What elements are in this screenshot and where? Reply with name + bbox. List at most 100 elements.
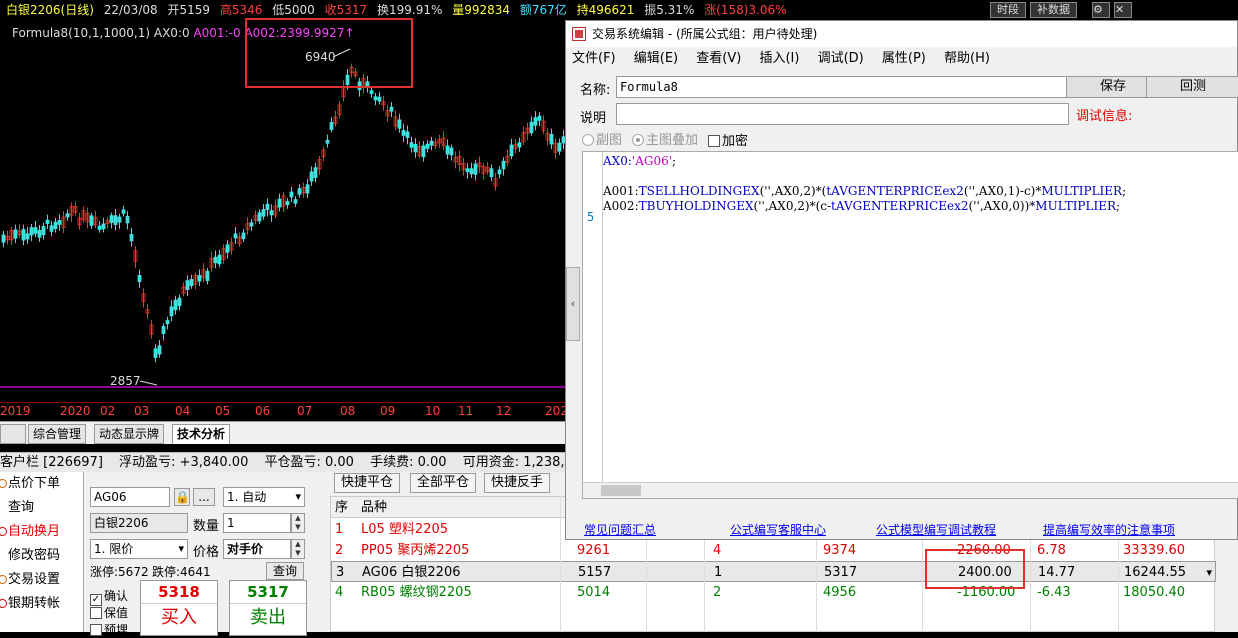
table-row[interactable]: 4 RB05 螺纹钢2205 5014 2 4956 -1160.00 -6.43 18050…: [331, 582, 1216, 603]
code-editor[interactable]: 5 AX0:'AG06'; A001:TSELLHOLDINGEX('',AX0…: [582, 151, 1238, 499]
axis-label: 04: [175, 404, 191, 418]
quick-reverse-button[interactable]: 快捷反手: [484, 473, 551, 493]
nav-change-password[interactable]: 修改密码: [0, 544, 83, 568]
horizontal-scrollbar[interactable]: [583, 482, 1238, 498]
line-number: 5: [587, 210, 595, 224]
a001-value: A001:-0: [193, 26, 241, 40]
code-text[interactable]: AX0:'AG06'; A001:TSELLHOLDINGEX('',AX0,2…: [603, 154, 1126, 214]
close-label: 收5317: [324, 3, 368, 17]
order-type-select[interactable]: 1. 限价: [90, 539, 188, 559]
cell-c1: 5157: [578, 565, 612, 580]
link-efficiency[interactable]: 提高编写效率的注意事项: [1043, 521, 1175, 538]
cell-c1: 9261: [577, 543, 611, 558]
dialog-title: 交易系统编辑 - (所属公式组：用户待处理): [592, 27, 818, 41]
table-row[interactable]: 3 AG06 白银2206 5157 1 5317 2400.00 14.77 16244.5…: [331, 561, 1216, 583]
radio-subchart[interactable]: 副图: [582, 129, 622, 148]
price-label: 价格: [193, 545, 220, 560]
float-pl: 浮动盈亏: +3,840.00: [119, 455, 249, 470]
table-row[interactable]: 2 PP05 聚丙烯2205 9261 4 9374 2260.00 6.78 33339.6…: [331, 540, 1216, 561]
cell-name: RB05 螺纹钢2205: [361, 585, 472, 600]
menu-view[interactable]: 查看(V): [696, 51, 741, 66]
encrypt-checkbox[interactable]: 加密: [708, 130, 748, 149]
gear-icon[interactable]: ⚙: [1092, 2, 1110, 18]
axis-label: 12: [496, 404, 512, 418]
sell-button[interactable]: 5317 卖出: [229, 580, 307, 636]
menu-file[interactable]: 文件(F): [572, 51, 616, 66]
tab-technical[interactable]: 技术分析: [172, 424, 231, 444]
amplitude-label: 振5.31%: [644, 3, 695, 17]
collapse-handle[interactable]: ‹: [566, 267, 580, 341]
cell-c3: 5317: [824, 565, 858, 580]
cell-no: 4: [335, 585, 344, 600]
menu-edit[interactable]: 编辑(E): [634, 51, 678, 66]
col-no: 序: [335, 500, 349, 515]
code-input[interactable]: AG06: [90, 487, 170, 507]
menu-properties[interactable]: 属性(P): [882, 51, 926, 66]
tab-first[interactable]: [0, 424, 26, 444]
sell-price: 5317: [247, 583, 289, 601]
tab-dynamic[interactable]: 动态显示牌: [94, 424, 165, 444]
formula-name: Formula8(10,1,1000,1): [12, 26, 151, 40]
cell-c5: 14.77: [1038, 565, 1076, 580]
axis-label: 09: [380, 404, 396, 418]
quick-close-button[interactable]: 快捷平仓: [334, 473, 401, 493]
symbol-label: 白银2206(日线): [6, 3, 94, 17]
menu-bar: 文件(F) 编辑(E) 查看(V) 插入(I) 调试(D) 属性(P) 帮助(H…: [566, 47, 1237, 71]
nav-point-order[interactable]: 点价下单: [0, 472, 83, 496]
limit-up-label: 涨停:5672: [90, 565, 149, 579]
desc-input[interactable]: [616, 103, 1069, 125]
close-all-button[interactable]: 全部平仓: [410, 473, 477, 493]
fill-data-button[interactable]: 补数据: [1030, 2, 1077, 18]
desc-label: 说明: [580, 111, 607, 126]
cell-c6: 18050.40: [1123, 585, 1186, 600]
qty-stepper[interactable]: ▲ ▼: [291, 513, 305, 533]
buy-label: 买入: [141, 603, 217, 632]
tab-general[interactable]: 综合管理: [28, 424, 87, 444]
menu-insert[interactable]: 插入(I): [759, 51, 799, 66]
cell-name: AG06 白银2206: [362, 565, 461, 580]
mode-select[interactable]: 1. 自动: [223, 487, 305, 507]
order-panel: AG06 🔒 ... 1. 自动 白银2206 数量 1 ▲▼ 1. 限价 价格…: [86, 472, 320, 637]
nav-trade-settings[interactable]: 交易设置: [0, 568, 83, 592]
help-links: 常见问题汇总 公式编写客服中心 公式模型编写调试教程 提高编写效率的注意事项: [582, 519, 1238, 539]
link-tutorial[interactable]: 公式模型编写调试教程: [876, 521, 996, 538]
link-support[interactable]: 公式编写客服中心: [730, 521, 826, 538]
preset-checkbox[interactable]: 预埋: [90, 621, 128, 638]
query-button[interactable]: 查询: [266, 562, 304, 580]
nav-query[interactable]: 查询: [0, 496, 83, 520]
more-button[interactable]: ...: [193, 488, 215, 506]
cell-name: L05 塑料2205: [361, 522, 449, 537]
axis-label: 07: [297, 404, 313, 418]
hedge-checkbox[interactable]: 保值: [90, 604, 128, 621]
price-input[interactable]: 对手价: [223, 539, 291, 559]
qty-input[interactable]: 1: [223, 513, 291, 533]
link-faq[interactable]: 常见问题汇总: [584, 521, 656, 538]
nav-bank-transfer[interactable]: 银期转帐: [0, 592, 83, 616]
time-button[interactable]: 时段: [990, 2, 1026, 18]
radio-main-overlay[interactable]: 主图叠加: [632, 129, 698, 148]
ax0-value: AX0:0: [153, 26, 190, 40]
scroll-thumb[interactable]: [601, 485, 641, 496]
formula-name-input[interactable]: Formula8: [616, 76, 1069, 98]
low-price-label: 2857: [110, 374, 141, 388]
price-stepper[interactable]: ▲ ▼: [291, 539, 305, 559]
time-axis: 2019 2020 02 03 04 05 06 07 08 09 10 11 12 202: [0, 402, 568, 420]
menu-help[interactable]: 帮助(H): [944, 51, 990, 66]
account-id: 客户栏 [226697]: [0, 455, 103, 470]
date-label: 22/03/08: [103, 3, 158, 17]
lock-icon[interactable]: 🔒: [174, 488, 190, 506]
close-icon[interactable]: ✕: [1114, 2, 1132, 18]
axis-label: 08: [340, 404, 356, 418]
highlight-box-formula: [245, 18, 413, 88]
cell-c2: 1: [714, 565, 723, 580]
qty-label: 数量: [193, 519, 220, 534]
buy-button[interactable]: 5318 买入: [140, 580, 218, 636]
nav-auto-roll[interactable]: 自动换月: [0, 520, 83, 544]
left-nav: 点价下单 查询 自动换月 修改密码 交易设置 银期转帐: [0, 472, 84, 632]
debug-info-label: 调试信息:: [1076, 109, 1133, 124]
candlestick-chart[interactable]: 6940 2857: [0, 44, 566, 404]
menu-debug[interactable]: 调试(D): [818, 51, 864, 66]
cell-c6: 16244.55: [1124, 565, 1187, 580]
column-divider: [560, 496, 561, 632]
backtest-button[interactable]: 回测: [1146, 76, 1238, 98]
